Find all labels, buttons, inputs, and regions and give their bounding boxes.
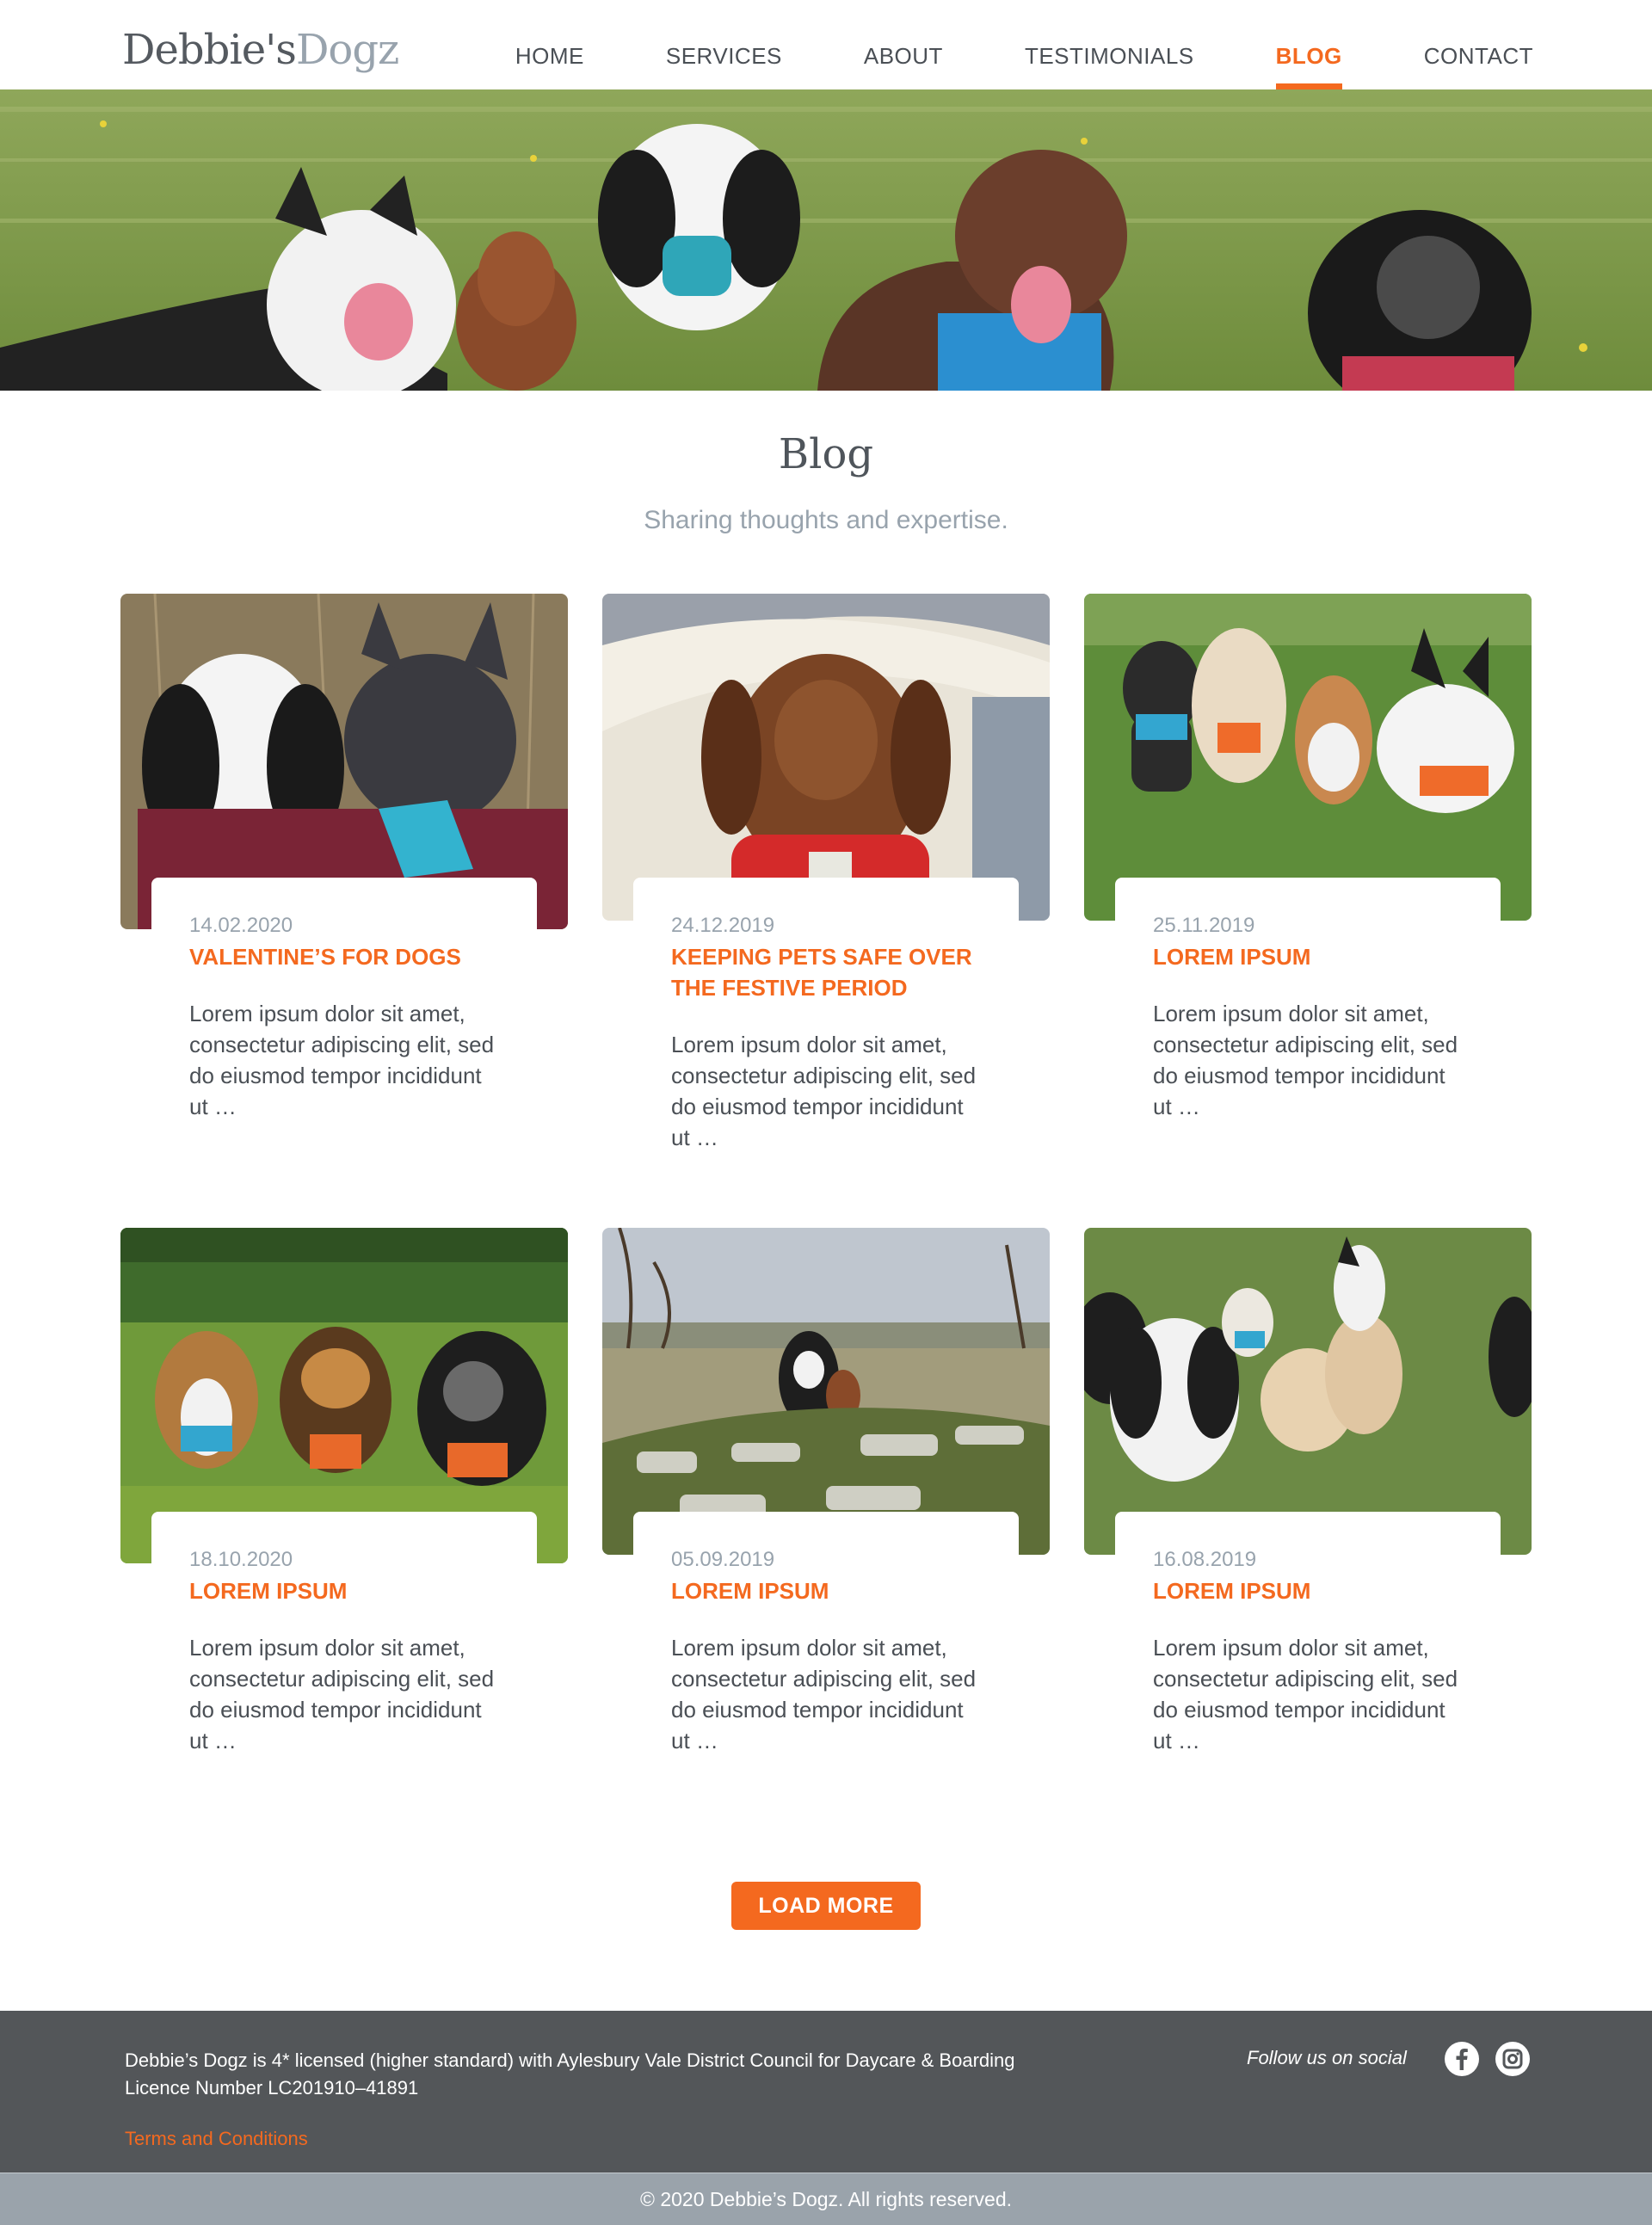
site-header: Debbie'sDogz HOME SERVICES ABOUT TESTIMO… [0,0,1652,89]
nav-home[interactable]: HOME [515,40,584,89]
nav-testimonials[interactable]: TESTIMONIALS [1025,40,1194,89]
post-title-link[interactable]: LOREM IPSUM [671,1575,981,1606]
blog-card-content: 05.09.2019 LOREM IPSUM Lorem ipsum dolor… [633,1512,1019,1756]
blog-card-content: 25.11.2019 LOREM IPSUM Lorem ipsum dolor… [1115,878,1501,1122]
post-excerpt: Lorem ipsum dolor sit amet, consectetur … [1153,1001,1458,1119]
post-title-link[interactable]: VALENTINE’S FOR DOGS [189,941,499,972]
post-date: 05.09.2019 [671,1548,775,1571]
follow-us-label: Follow us on social [1247,2047,1407,2068]
page-title: Blog [778,430,874,478]
license-line-2: Licence Number LC201910–41891 [125,2077,419,2099]
post-date: 24.12.2019 [671,914,775,937]
hero-banner-photo [0,89,1652,391]
post-title-link[interactable]: LOREM IPSUM [189,1575,499,1606]
post-date: 16.08.2019 [1153,1548,1257,1571]
main-nav: HOME SERVICES ABOUT TESTIMONIALS BLOG CO… [515,40,1533,89]
license-info: Debbie’s Dogz is 4* licensed (higher sta… [125,2047,1015,2102]
blog-card-image[interactable] [602,1228,1050,1555]
license-line-1: Debbie’s Dogz is 4* licensed (higher sta… [125,2049,1015,2071]
nav-services[interactable]: SERVICES [666,40,782,89]
nav-about[interactable]: ABOUT [864,40,943,89]
blog-card-image[interactable] [1084,594,1532,921]
blog-card-content: 16.08.2019 LOREM IPSUM Lorem ipsum dolor… [1115,1512,1501,1756]
post-excerpt: Lorem ipsum dolor sit amet, consectetur … [671,1032,977,1150]
blog-card-content: 18.10.2020 LOREM IPSUM Lorem ipsum dolor… [151,1512,537,1756]
post-excerpt: Lorem ipsum dolor sit amet, consectetur … [1153,1635,1458,1753]
post-excerpt: Lorem ipsum dolor sit amet, consectetur … [671,1635,977,1753]
blog-card-image[interactable] [602,594,1050,921]
post-title-link[interactable]: KEEPING PETS SAFE OVER THE FESTIVE PERIO… [671,941,981,1003]
logo-name-part1: Debbie's [122,26,297,74]
nav-contact[interactable]: CONTACT [1424,40,1533,89]
post-excerpt: Lorem ipsum dolor sit amet, consectetur … [189,1001,495,1119]
blog-card-image[interactable] [1084,1228,1532,1555]
page-subtitle: Sharing thoughts and expertise. [644,506,1008,534]
logo-name-part2: Dogz [295,26,399,74]
nav-blog[interactable]: BLOG [1275,40,1342,89]
post-date: 14.02.2020 [189,914,293,937]
site-logo[interactable]: Debbie'sDogz [122,24,399,76]
load-more-button[interactable]: LOAD MORE [731,1882,921,1930]
hero-dogs-image [0,89,1652,391]
copyright-bar: © 2020 Debbie’s Dogz. All rights reserve… [0,2173,1652,2225]
instagram-icon[interactable] [1495,2042,1530,2076]
post-title-link[interactable]: LOREM IPSUM [1153,1575,1463,1606]
blog-card-content: 14.02.2020 VALENTINE’S FOR DOGS Lorem ip… [151,878,537,1122]
post-date: 18.10.2020 [189,1548,293,1571]
post-title-link[interactable]: LOREM IPSUM [1153,941,1463,972]
terms-and-conditions-link[interactable]: Terms and Conditions [125,2128,308,2150]
post-excerpt: Lorem ipsum dolor sit amet, consectetur … [189,1635,495,1753]
blog-card-content: 24.12.2019 KEEPING PETS SAFE OVER THE FE… [633,878,1019,1153]
copyright-text: © 2020 Debbie’s Dogz. All rights reserve… [639,2188,1013,2210]
facebook-icon[interactable] [1445,2042,1479,2076]
site-footer: Debbie’s Dogz is 4* licensed (higher sta… [0,2011,1652,2173]
post-date: 25.11.2019 [1153,914,1255,937]
